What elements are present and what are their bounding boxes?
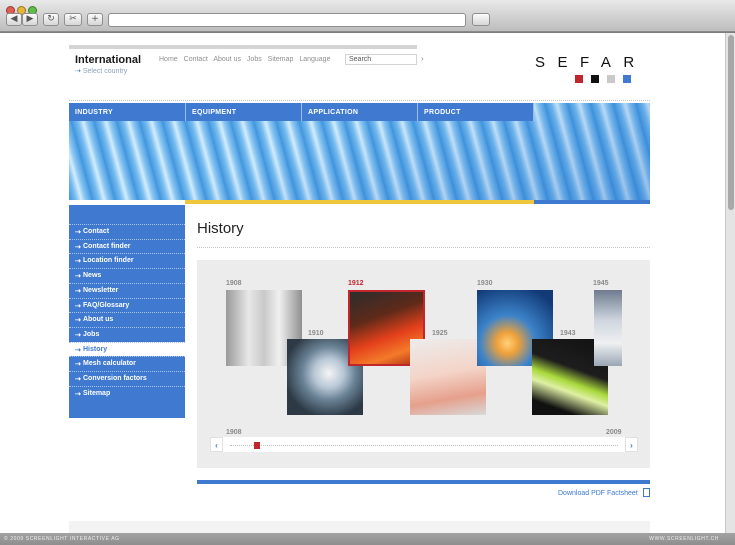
nav-home[interactable]: Home [159,56,178,63]
search-input[interactable]: Search [345,54,417,65]
sidebar-item-faq-glossary[interactable]: ⇢ FAQ/Glossary [69,297,185,312]
year-label-1943: 1943 [560,330,576,337]
year-label-1930: 1930 [477,280,493,287]
slider-start-year: 1908 [226,429,242,436]
photo-1945-partial[interactable] [594,290,622,366]
nav-jobs[interactable]: Jobs [247,56,262,63]
year-label-1925: 1925 [432,330,448,337]
search-go-icon[interactable]: › [421,54,424,63]
arrow-icon: ⇢ [75,317,81,325]
sidebar-item-news[interactable]: ⇢ News [69,268,185,282]
tools-button[interactable]: ✂ [64,13,82,26]
download-pdf-link[interactable]: Download PDF Factsheet [558,490,638,497]
arrow-icon: ⇢ [75,243,81,251]
logo-square-black [591,75,599,83]
sidebar-item-label: Mesh calculator [83,360,136,368]
arrow-icon: ⇢ [75,331,81,339]
sidebar-item-jobs[interactable]: ⇢ Jobs [69,326,185,341]
sidebar-item-sitemap[interactable]: ⇢ Sitemap [69,385,185,400]
browser-toolbar: ◀ ▶ ↻ ✂ + [0,0,735,32]
vertical-scrollbar[interactable] [725,33,735,533]
arrow-icon: ⇢ [75,346,81,354]
arrow-icon: ⇢ [75,273,81,281]
sidebar-item-label: About us [83,316,114,324]
copyright-text: © 2009 SCREENLIGHT INTERACTIVE AG [4,536,120,542]
arrow-icon: ⇢ [75,302,81,310]
site-region-title: International [75,54,142,66]
site-url-text: WWW.SCREENLIGHT.CH [649,536,719,542]
nav-language[interactable]: Language [299,56,330,63]
title-divider [197,247,650,248]
arrow-icon: ⇢ [75,287,81,295]
nav-about[interactable]: About us [213,56,241,63]
sidebar-item-conversion-factors[interactable]: ⇢ Conversion factors [69,371,185,385]
sidebar-item-contact-finder[interactable]: ⇢ Contact finder [69,238,185,253]
accent-bar-yellow [185,200,534,204]
sidebar-item-label: Jobs [83,330,100,338]
status-bar: © 2009 SCREENLIGHT INTERACTIVE AG WWW.SC… [0,533,735,545]
go-button[interactable] [472,13,490,26]
sidebar-item-newsletter[interactable]: ⇢ Newsletter [69,282,185,297]
slider-end-year: 2009 [606,429,622,436]
menu-application[interactable]: APPLICATION [302,103,418,121]
sidebar-item-about-us[interactable]: ⇢ About us [69,312,185,326]
content-bottom-bar [197,480,650,484]
sidebar-item-label: History [83,345,108,353]
sidebar-item-history[interactable]: ⇢ History [69,341,185,356]
arrow-icon: ⇢ [75,229,81,236]
menu-equipment[interactable]: EQUIPMENT [186,103,302,121]
logo-square-red [575,75,583,83]
reload-button[interactable]: ↻ [43,13,59,26]
pdf-icon[interactable] [643,488,650,497]
nav-contact[interactable]: Contact [184,56,208,63]
top-navigation: Home Contact About us Jobs Sitemap Langu… [159,56,334,63]
address-bar[interactable] [108,13,466,27]
slider-next-icon[interactable]: › [625,437,638,452]
slider-prev-icon[interactable]: ‹ [210,437,223,452]
slider-handle[interactable] [254,442,260,449]
sidebar-item-label: Location finder [83,257,134,265]
select-country-link[interactable]: ⇢ Select country [75,67,127,75]
sidebar-item-label: Sitemap [83,389,111,397]
year-label-1912: 1912 [348,280,364,287]
photo-1925-fibers[interactable] [410,339,486,415]
logo-square-blue [623,75,631,83]
arrow-icon: ⇢ [75,361,81,369]
scrollbar-thumb[interactable] [728,35,734,210]
sidebar-item-label: Contact finder [83,242,131,250]
nav-sitemap[interactable]: Sitemap [268,56,294,63]
sidebar-item-label: News [83,272,102,280]
sidebar-item-mesh-calculator[interactable]: ⇢ Mesh calculator [69,356,185,370]
forward-button[interactable]: ▶ [22,13,38,26]
year-label-1945: 1945 [593,280,609,287]
sidebar-item-label: FAQ/Glossary [83,301,130,309]
year-label-1908: 1908 [226,280,242,287]
menu-product[interactable]: PRODUCT [418,103,534,121]
arrow-icon: ⇢ [75,390,81,398]
sefar-logo[interactable]: SEFAR [535,54,647,71]
arrow-icon: ⇢ [75,68,81,75]
sidebar-item-label: Newsletter [83,286,119,294]
sidebar-item-location-finder[interactable]: ⇢ Location finder [69,253,185,267]
sidebar-item-label: Contact [83,228,110,235]
year-label-1910: 1910 [308,330,324,337]
footer-strip [69,521,650,533]
sidebar-item-contact[interactable]: ⇢ Contact [69,224,185,238]
header-divider [69,100,650,101]
arrow-icon: ⇢ [75,376,81,383]
accent-bar-blue [534,200,650,204]
new-tab-button[interactable]: + [87,13,103,26]
logo-square-gray [607,75,615,83]
slider-track[interactable] [230,445,618,446]
arrow-icon: ⇢ [75,258,81,266]
header-band [69,45,417,49]
page-title: History [197,220,244,237]
sidebar-item-label: Conversion factors [83,375,147,382]
menu-industry[interactable]: INDUSTRY [69,103,186,121]
page-viewport: International ⇢ Select country Home Conta… [0,33,725,533]
back-button[interactable]: ◀ [6,13,22,26]
